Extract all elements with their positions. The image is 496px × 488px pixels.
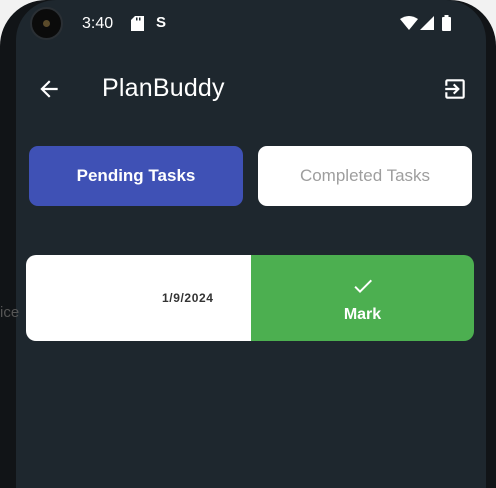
exit-icon[interactable] <box>442 76 468 102</box>
task-date: 1/9/2024 <box>162 291 214 305</box>
battery-icon <box>442 15 451 31</box>
device-frame: 3:40 S PlanBuddy Pending Tasks Completed… <box>0 0 496 488</box>
task-content[interactable]: 1/9/2024 <box>26 255 252 341</box>
task-card[interactable]: 1/9/2024 Mark <box>26 255 474 341</box>
signal-icon <box>420 16 434 30</box>
app-screen: 3:40 S PlanBuddy Pending Tasks Completed… <box>16 0 486 488</box>
check-icon <box>354 279 372 293</box>
arrow-left-icon[interactable] <box>36 76 62 102</box>
page-title: PlanBuddy <box>102 74 225 102</box>
wifi-icon <box>400 16 418 30</box>
status-time: 3:40 <box>82 15 114 32</box>
mark-label: Mark <box>343 306 382 323</box>
status-bar: 3:40 S <box>16 0 486 50</box>
sd-card-icon <box>131 16 144 31</box>
tab-pending-tasks-label: Pending Tasks <box>76 166 196 185</box>
app-bar: PlanBuddy <box>16 60 486 120</box>
task-title-fragment: ice <box>0 304 20 321</box>
tab-completed-tasks-label: Completed Tasks <box>299 166 431 185</box>
sync-icon: S <box>156 14 167 31</box>
mark-complete-button[interactable]: Mark <box>251 255 474 341</box>
tab-pending-tasks[interactable]: Pending Tasks <box>29 146 243 206</box>
front-camera <box>30 7 63 40</box>
tab-completed-tasks[interactable]: Completed Tasks <box>258 146 472 206</box>
